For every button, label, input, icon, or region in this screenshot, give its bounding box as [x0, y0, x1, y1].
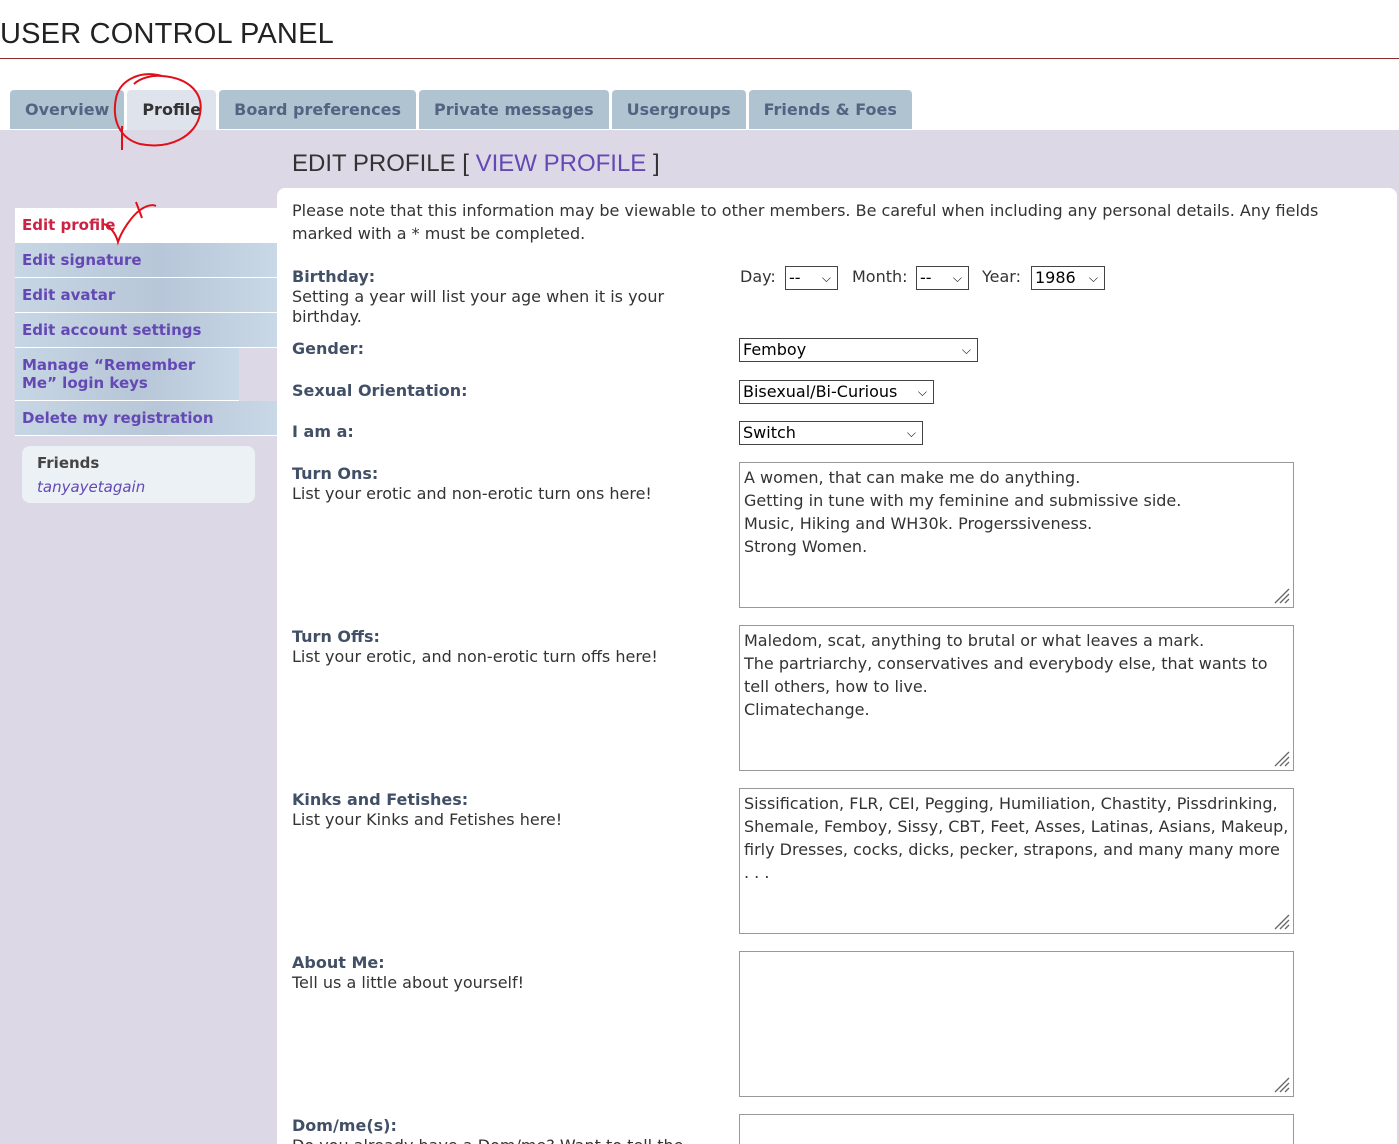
privacy-notice: Please note that this information may be…	[292, 201, 1319, 243]
about-explain: Tell us a little about yourself!	[292, 973, 525, 992]
domme-label-block: Dom/me(s): Do you already have a Dom/me?…	[292, 1116, 712, 1144]
sidebar-item-edit-account-settings[interactable]: Edit account settings	[15, 313, 277, 348]
chevron-down-icon: ⌵	[1088, 271, 1098, 285]
gender-label-block: Gender:	[292, 339, 364, 359]
birthday-label: Birthday:	[292, 267, 376, 286]
year-value: 1986	[1035, 268, 1076, 287]
domme-label: Dom/me(s):	[292, 1116, 397, 1135]
gender-label: Gender:	[292, 339, 364, 358]
tab-friends-foes[interactable]: Friends & Foes	[748, 90, 912, 129]
sidebar-item-edit-signature[interactable]: Edit signature	[15, 243, 277, 278]
kinks-explain: List your Kinks and Fetishes here!	[292, 810, 563, 829]
month-label: Month:	[852, 267, 908, 286]
birthday-explain: Setting a year will list your age when i…	[292, 287, 665, 326]
view-profile-link[interactable]: VIEW PROFILE	[476, 150, 647, 177]
gender-select[interactable]: Femboy ⌵	[739, 338, 978, 362]
sidebar-item-login-keys[interactable]: Manage “Remember Me” login keys	[15, 348, 239, 401]
friends-title: Friends	[37, 454, 100, 472]
year-select[interactable]: 1986 ⌵	[1031, 266, 1105, 290]
kinks-label-block: Kinks and Fetishes: List your Kinks and …	[292, 790, 712, 830]
tab-usergroups[interactable]: Usergroups	[611, 90, 746, 129]
section-heading: EDIT PROFILE [ VIEW PROFILE ]	[292, 150, 660, 178]
gender-value: Femboy	[743, 340, 807, 359]
sidebar-item-edit-profile[interactable]: Edit profile	[15, 208, 277, 243]
tab-board-preferences[interactable]: Board preferences	[219, 90, 417, 129]
turn-ons-explain: List your erotic and non-erotic turn ons…	[292, 484, 652, 503]
chevron-down-icon: ⌵	[906, 426, 916, 440]
bracket-open: [	[462, 150, 469, 177]
day-select[interactable]: -- ⌵	[785, 266, 838, 290]
kinks-label: Kinks and Fetishes:	[292, 790, 469, 809]
year-label: Year:	[982, 267, 1021, 286]
tab-profile[interactable]: Profile	[127, 90, 217, 131]
heading-text: EDIT PROFILE	[292, 150, 456, 177]
birthday-label-block: Birthday: Setting a year will list your …	[292, 267, 702, 327]
sidebar-item-delete-registration[interactable]: Delete my registration	[15, 401, 277, 436]
turn-offs-value: Maledom, scat, anything to brutal or wha…	[744, 631, 1268, 719]
orientation-value: Bisexual/Bi-Curious	[743, 382, 898, 401]
turn-ons-value: A women, that can make me do anything. G…	[744, 468, 1182, 556]
orientation-select[interactable]: Bisexual/Bi-Curious ⌵	[739, 380, 934, 404]
turn-offs-label: Turn Offs:	[292, 627, 380, 646]
orientation-label: Sexual Orientation:	[292, 381, 468, 400]
iam-select[interactable]: Switch ⌵	[739, 421, 923, 445]
iam-value: Switch	[743, 423, 796, 442]
page-title: USER CONTROL PANEL	[0, 18, 334, 50]
iam-label-block: I am a:	[292, 422, 354, 442]
resize-grip-icon[interactable]	[1271, 1074, 1291, 1094]
resize-grip-icon[interactable]	[1271, 748, 1291, 768]
turn-offs-label-block: Turn Offs: List your erotic, and non-ero…	[292, 627, 712, 667]
friend-link[interactable]: tanyayetagain	[37, 478, 145, 496]
month-value: --	[920, 268, 932, 287]
about-label-block: About Me: Tell us a little about yoursel…	[292, 953, 712, 993]
turn-ons-label-block: Turn Ons: List your erotic and non-eroti…	[292, 464, 712, 504]
day-value: --	[789, 268, 801, 287]
chevron-down-icon: ⌵	[952, 271, 962, 285]
chevron-down-icon: ⌵	[961, 343, 971, 357]
friends-box: Friends tanyayetagain	[22, 446, 255, 503]
turn-offs-textarea[interactable]: Maledom, scat, anything to brutal or wha…	[739, 625, 1294, 771]
sidebar-item-edit-avatar[interactable]: Edit avatar	[15, 278, 277, 313]
tab-private-messages[interactable]: Private messages	[419, 90, 609, 129]
title-divider	[0, 58, 1399, 59]
orientation-label-block: Sexual Orientation:	[292, 381, 468, 401]
kinks-value: Sissification, FLR, CEI, Pegging, Humili…	[744, 794, 1294, 882]
about-label: About Me:	[292, 953, 385, 972]
tab-bar: Overview Profile Board preferences Priva…	[10, 90, 915, 131]
tab-overview[interactable]: Overview	[10, 90, 125, 129]
iam-label: I am a:	[292, 422, 354, 441]
turn-ons-textarea[interactable]: A women, that can make me do anything. G…	[739, 462, 1294, 608]
about-textarea[interactable]	[739, 951, 1294, 1097]
sidebar-menu: Edit profile Edit signature Edit avatar …	[15, 208, 277, 436]
turn-offs-explain: List your erotic, and non-erotic turn of…	[292, 647, 658, 666]
chevron-down-icon: ⌵	[917, 385, 927, 399]
day-label: Day:	[740, 267, 776, 286]
bracket-close: ]	[652, 150, 660, 177]
turn-ons-label: Turn Ons:	[292, 464, 379, 483]
chevron-down-icon: ⌵	[821, 271, 831, 285]
domme-textarea[interactable]	[739, 1114, 1294, 1144]
resize-grip-icon[interactable]	[1271, 911, 1291, 931]
kinks-textarea[interactable]: Sissification, FLR, CEI, Pegging, Humili…	[739, 788, 1294, 934]
month-select[interactable]: -- ⌵	[916, 266, 969, 290]
domme-explain: Do you already have a Dom/me? Want to te…	[292, 1136, 712, 1144]
resize-grip-icon[interactable]	[1271, 585, 1291, 605]
